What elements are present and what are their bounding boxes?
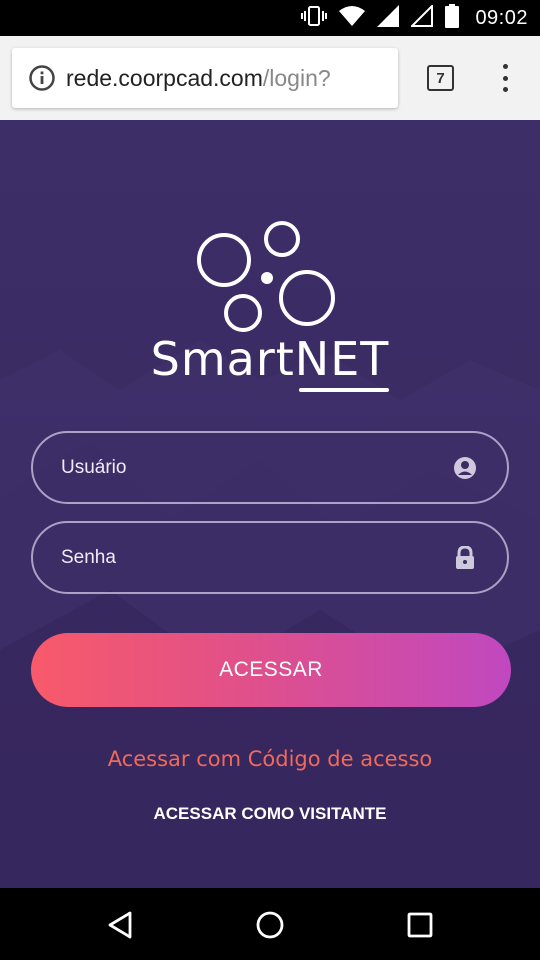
username-field[interactable]	[31, 431, 509, 504]
system-nav-bar	[0, 888, 540, 960]
status-bar: 09:02	[0, 0, 540, 36]
brand-suffix: NET	[294, 332, 390, 392]
url-text[interactable]: rede.coorpcad.com/login?	[66, 65, 331, 92]
password-field[interactable]	[31, 521, 509, 594]
signal-icon	[377, 4, 400, 32]
brand-prefix: Smart	[150, 332, 295, 386]
url-host: rede.coorpcad.com	[66, 64, 263, 91]
tab-switcher-button[interactable]: 7	[427, 65, 454, 91]
home-icon[interactable]	[255, 910, 285, 940]
login-button[interactable]: ACESSAR	[31, 633, 511, 707]
access-code-link[interactable]: Acessar com Código de acesso	[0, 747, 540, 771]
address-bar[interactable]: rede.coorpcad.com/login?	[12, 48, 398, 108]
url-path: /login?	[262, 64, 331, 91]
user-icon	[453, 456, 477, 480]
recents-icon[interactable]	[405, 910, 435, 940]
info-icon[interactable]	[28, 64, 56, 92]
wifi-icon	[339, 5, 366, 31]
guest-access-link[interactable]: ACESSAR COMO VISITANTE	[0, 804, 540, 824]
username-input[interactable]	[61, 456, 421, 479]
login-screen: SmartNET ACESSAR Acessar com Código de a…	[0, 120, 540, 888]
brand-name: SmartNET	[0, 332, 540, 392]
mountain-background	[0, 340, 540, 888]
lock-icon	[453, 545, 477, 570]
browser-toolbar: rede.coorpcad.com/login? 7	[0, 36, 540, 120]
password-input[interactable]	[61, 546, 421, 569]
battery-icon	[445, 3, 460, 33]
signal-empty-icon	[410, 3, 434, 32]
back-icon[interactable]	[105, 910, 135, 940]
status-time: 09:02	[475, 6, 528, 29]
browser-menu-icon[interactable]	[494, 64, 516, 92]
vibrate-icon	[301, 5, 328, 32]
